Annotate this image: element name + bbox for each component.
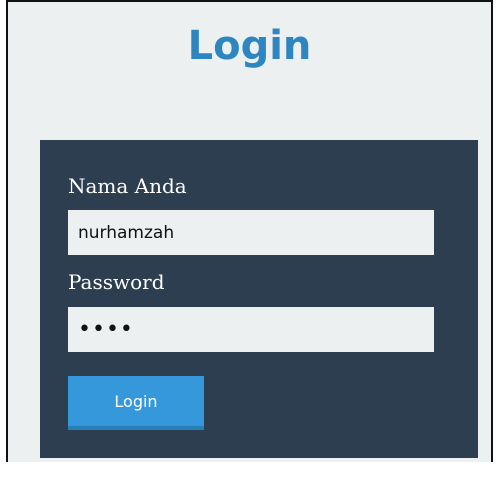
name-input[interactable] bbox=[68, 210, 434, 255]
login-form: Nama Anda Password Login bbox=[40, 140, 478, 458]
login-button[interactable]: Login bbox=[68, 376, 204, 430]
login-page: Login Nama Anda Password Login bbox=[6, 0, 493, 462]
name-label: Nama Anda bbox=[68, 174, 187, 198]
password-input[interactable] bbox=[68, 307, 434, 352]
page-title: Login bbox=[187, 23, 312, 69]
password-label: Password bbox=[68, 270, 165, 294]
